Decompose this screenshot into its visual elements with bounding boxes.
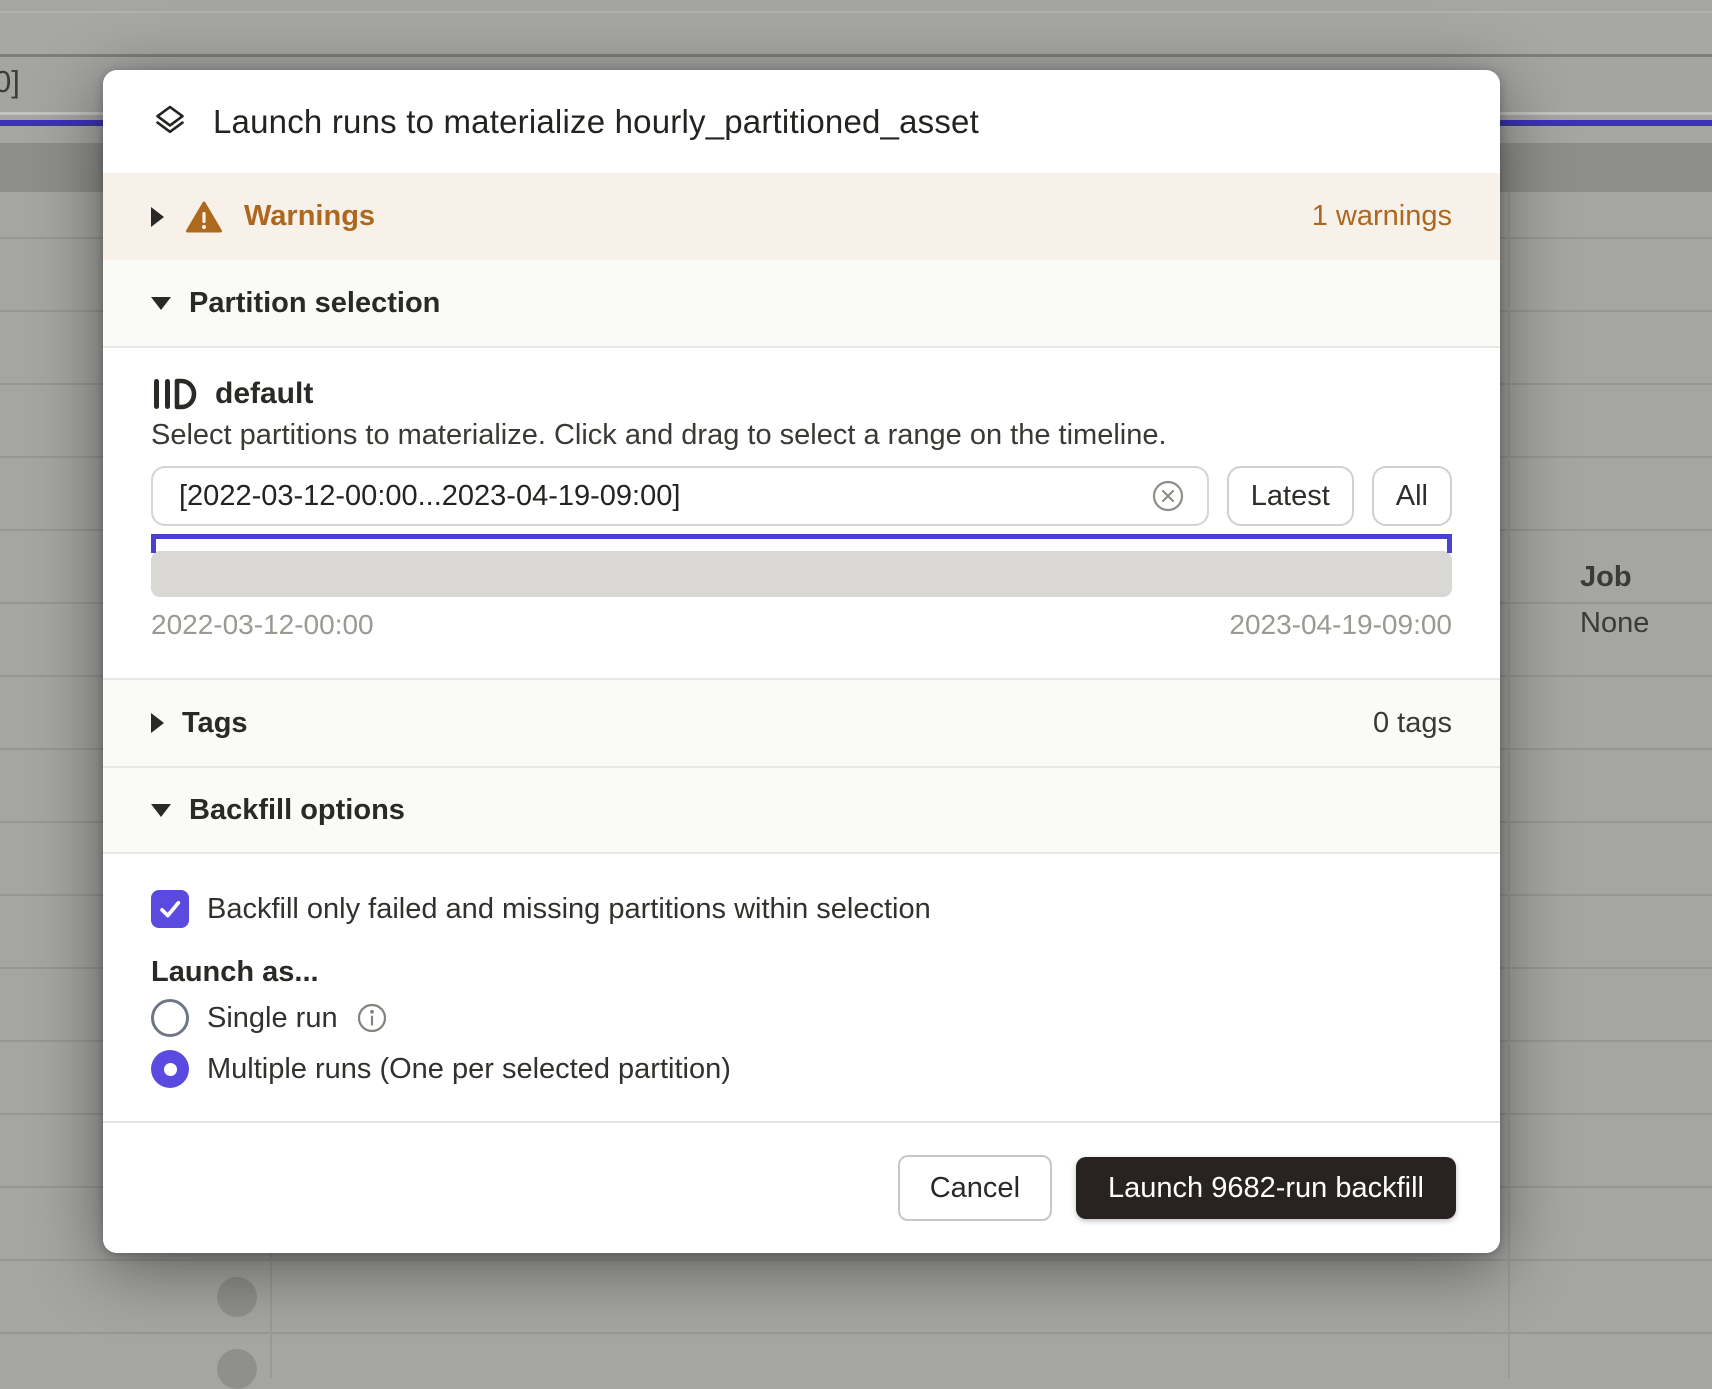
warnings-section-toggle[interactable]: Warnings 1 warnings: [103, 173, 1500, 260]
radio-unselected-icon[interactable]: [151, 999, 189, 1037]
checkbox-label: Backfill only failed and missing partiti…: [207, 893, 931, 926]
partition-selection-header: Partition selection: [189, 287, 440, 320]
tags-count-badge: 0 tags: [1373, 707, 1452, 740]
partition-description: Select partitions to materialize. Click …: [151, 418, 1452, 452]
partition-set-icon: [151, 378, 197, 410]
multiple-runs-radio-row[interactable]: Multiple runs (One per selected partitio…: [151, 1050, 1452, 1088]
bg-job-column-header: Job: [1580, 561, 1632, 594]
dialog-header: Launch runs to materialize hourly_partit…: [103, 70, 1500, 173]
bg-column-divider: [1508, 192, 1510, 1378]
bg-job-column-value: None: [1580, 607, 1649, 640]
partition-timeline: 2022-03-12-00:00 2023-04-19-09:00: [151, 534, 1452, 678]
latest-button[interactable]: Latest: [1227, 466, 1354, 526]
partition-range-value: [2022-03-12-00:00...2023-04-19-09:00]: [179, 480, 1151, 513]
multiple-runs-label: Multiple runs (One per selected partitio…: [207, 1053, 731, 1086]
dimension-row: default: [151, 378, 1452, 410]
partition-selection-content: default Select partitions to materialize…: [103, 348, 1500, 678]
chevron-right-icon: [151, 207, 164, 227]
single-run-radio-row[interactable]: Single run: [151, 999, 1452, 1037]
chevron-right-icon: [151, 713, 164, 733]
warning-triangle-icon: [186, 201, 222, 233]
backfill-options-content: Backfill only failed and missing partiti…: [103, 854, 1500, 1121]
dialog-footer: Cancel Launch 9682-run backfill: [103, 1121, 1500, 1253]
tags-header: Tags: [182, 707, 248, 740]
bg-status-dot: [217, 1349, 257, 1389]
dialog-title: Launch runs to materialize hourly_partit…: [213, 103, 979, 141]
bg-status-dot: [217, 1277, 257, 1317]
info-icon[interactable]: [356, 1002, 388, 1034]
cancel-button[interactable]: Cancel: [898, 1155, 1052, 1221]
partition-range-row: [2022-03-12-00:00...2023-04-19-09:00] La…: [151, 466, 1452, 526]
launch-backfill-dialog: Launch runs to materialize hourly_partit…: [103, 70, 1500, 1253]
all-button[interactable]: All: [1372, 466, 1452, 526]
partition-selection-section-toggle[interactable]: Partition selection: [103, 260, 1500, 348]
timeline-date-row: 2022-03-12-00:00 2023-04-19-09:00: [151, 609, 1452, 678]
tags-section-toggle[interactable]: Tags 0 tags: [103, 678, 1500, 766]
bg-partial-cell-text: 0]: [0, 64, 20, 100]
radio-selected-icon[interactable]: [151, 1050, 189, 1088]
single-run-label: Single run: [207, 1002, 338, 1035]
timeline-bar[interactable]: [151, 551, 1452, 597]
partition-range-input[interactable]: [2022-03-12-00:00...2023-04-19-09:00]: [151, 466, 1209, 526]
launch-as-label: Launch as...: [151, 956, 1452, 989]
asset-layers-icon: [151, 103, 189, 141]
warnings-count-badge: 1 warnings: [1312, 200, 1452, 233]
failed-missing-checkbox-row[interactable]: Backfill only failed and missing partiti…: [151, 890, 1452, 928]
warnings-label: Warnings: [244, 200, 375, 233]
clear-input-icon[interactable]: [1151, 479, 1185, 513]
chevron-down-icon: [151, 297, 171, 310]
backfill-options-section-toggle[interactable]: Backfill options: [103, 766, 1500, 854]
timeline-selection-bracket: [151, 534, 1452, 539]
timeline-start-date: 2022-03-12-00:00: [151, 609, 374, 641]
checkbox-checked-icon[interactable]: [151, 890, 189, 928]
timeline-end-date: 2023-04-19-09:00: [1229, 609, 1452, 641]
bg-band: [0, 13, 1712, 54]
chevron-down-icon: [151, 804, 171, 817]
backfill-options-header: Backfill options: [189, 794, 405, 827]
launch-backfill-button[interactable]: Launch 9682-run backfill: [1076, 1157, 1456, 1219]
dimension-name: default: [215, 377, 313, 411]
